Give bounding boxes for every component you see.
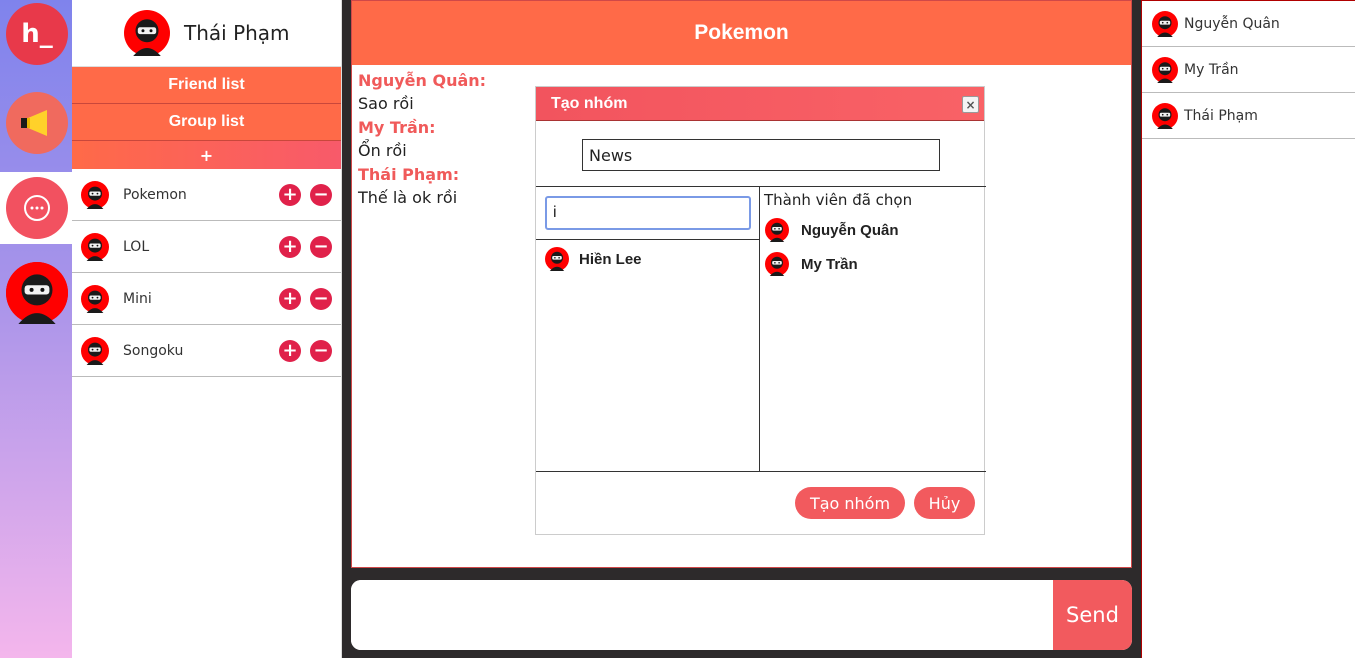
user-name: My Trần	[1184, 61, 1239, 78]
add-member-button[interactable]: +	[279, 287, 301, 310]
app-logo-text: h_	[21, 19, 53, 49]
user-name: Nguyễn Quân	[1184, 15, 1280, 32]
member-picker: Hiền Lee Thành viên đã chọn Nguyễn Quân …	[536, 186, 986, 472]
group-item-pokemon[interactable]: Pokemon + −	[72, 169, 341, 221]
group-item-songoku[interactable]: Songoku + −	[72, 325, 341, 377]
group-name: LOL	[123, 238, 150, 255]
avatar	[124, 10, 170, 56]
plus-icon: +	[282, 287, 298, 309]
selected-members-column: Thành viên đã chọn Nguyễn Quân My Trần	[760, 187, 986, 471]
tab-group-list[interactable]: Group list	[72, 104, 341, 141]
member-search-column: Hiền Lee	[536, 187, 760, 471]
user-item[interactable]: Nguyễn Quân	[1142, 1, 1355, 47]
add-group-button[interactable]: +	[72, 141, 341, 169]
member-search-input[interactable]	[545, 196, 751, 230]
user-item[interactable]: Thái Phạm	[1142, 93, 1355, 139]
message-composer: Send	[351, 580, 1132, 650]
selected-member-item[interactable]: My Trần	[765, 247, 986, 281]
minus-icon: −	[313, 339, 329, 361]
avatar	[81, 233, 109, 261]
avatar	[81, 181, 109, 209]
modal-header: Tạo nhóm	[536, 87, 984, 121]
plus-icon: +	[282, 339, 298, 361]
remove-member-button[interactable]: −	[310, 339, 332, 362]
group-name: Mini	[123, 290, 152, 307]
minus-icon: −	[313, 287, 329, 309]
send-button[interactable]: Send	[1053, 580, 1132, 650]
remove-member-button[interactable]: −	[310, 235, 332, 258]
minus-icon: −	[313, 183, 329, 205]
search-result-item[interactable]: Hiền Lee	[545, 242, 751, 276]
group-item-mini[interactable]: Mini + −	[72, 273, 341, 325]
modal-title: Tạo nhóm	[551, 94, 628, 112]
avatar	[6, 262, 68, 324]
plus-icon: +	[282, 235, 298, 257]
profile-avatar-button[interactable]	[6, 262, 68, 324]
message-input[interactable]	[351, 580, 1053, 650]
selected-member-item[interactable]: Nguyễn Quân	[765, 213, 986, 247]
member-name: Nguyễn Quân	[801, 221, 899, 239]
create-group-button[interactable]: Tạo nhóm	[795, 487, 905, 519]
megaphone-icon	[21, 110, 47, 136]
member-name: My Trần	[801, 255, 858, 273]
group-name: Pokemon	[123, 186, 187, 203]
user-item[interactable]: My Trần	[1142, 47, 1355, 93]
remove-member-button[interactable]: −	[310, 287, 332, 310]
selected-members-title: Thành viên đã chọn	[764, 191, 913, 209]
avatar	[1152, 11, 1178, 37]
online-users-panel: Nguyễn Quân My Trần Thái Phạm	[1141, 0, 1355, 658]
minus-icon: −	[313, 235, 329, 257]
group-name-input[interactable]	[582, 139, 940, 171]
avatar	[545, 247, 569, 271]
sidebar: Thái Phạm Friend list Group list + Pokem…	[72, 0, 342, 658]
create-group-modal: Tạo nhóm × Hiền Lee Thành viên đã chọn N…	[535, 86, 986, 535]
avatar	[1152, 57, 1178, 83]
profile-name: Thái Phạm	[184, 21, 290, 45]
add-member-button[interactable]: +	[279, 235, 301, 258]
group-item-lol[interactable]: LOL + −	[72, 221, 341, 273]
cancel-button[interactable]: Hủy	[914, 487, 975, 519]
chat-bubble-icon	[24, 195, 50, 221]
close-icon: ×	[965, 97, 976, 112]
user-name: Thái Phạm	[1184, 107, 1258, 124]
avatar	[81, 337, 109, 365]
divider	[536, 239, 760, 240]
plus-icon: +	[282, 183, 298, 205]
avatar	[81, 285, 109, 313]
avatar	[765, 252, 789, 276]
remove-member-button[interactable]: −	[310, 183, 332, 206]
member-name: Hiền Lee	[579, 250, 642, 268]
avatar	[1152, 103, 1178, 129]
tab-friend-list[interactable]: Friend list	[72, 67, 341, 104]
avatar	[765, 218, 789, 242]
announcements-button[interactable]	[6, 92, 68, 154]
profile-header: Thái Phạm	[72, 0, 341, 67]
app-logo-button[interactable]: h_	[6, 3, 68, 65]
chat-title: Pokemon	[352, 1, 1131, 65]
chat-nav-button[interactable]	[6, 177, 68, 239]
app-rail: h_	[0, 0, 72, 658]
group-name: Songoku	[123, 342, 184, 359]
add-member-button[interactable]: +	[279, 183, 301, 206]
add-member-button[interactable]: +	[279, 339, 301, 362]
close-button[interactable]: ×	[962, 96, 979, 113]
